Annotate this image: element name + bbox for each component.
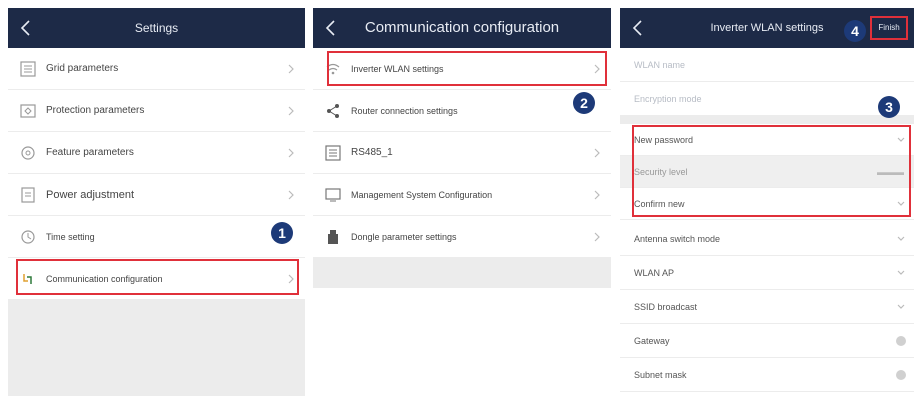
share-icon [327,104,339,118]
wlan-header: Inverter WLAN settings Finish [620,8,914,48]
menu-item-label: Feature parameters [46,147,134,158]
protection-icon [20,104,36,118]
dongle-icon [328,230,338,244]
grid-icon [20,61,36,77]
menu-item-label: Power adjustment [46,189,135,201]
highlight-inverter-wlan-settings [327,51,607,86]
menu-item-router-connection-settings[interactable]: Router connection settings [313,90,611,132]
field-label: WLAN name [634,60,686,70]
info-dot-icon [896,370,906,380]
chevron-right-icon [594,148,600,158]
menu-item-label: RS485_1 [351,147,393,158]
menu-item-grid-parameters[interactable]: Grid parameters [8,48,305,90]
menu-item-protection-parameters[interactable]: Protection parameters [8,90,305,132]
chevron-right-icon [594,232,600,242]
field-ssid-broadcast[interactable]: SSID broadcast [620,290,914,324]
gear-icon [21,146,35,160]
communication-title: Communication configuration [364,19,560,36]
settings-header: Settings [8,8,305,48]
menu-item-time-setting[interactable]: Time setting [8,216,305,258]
menu-item-feature-parameters[interactable]: Feature parameters [8,132,305,174]
finish-button[interactable]: Finish [870,16,908,40]
empty-area [313,258,611,288]
chevron-right-icon [288,190,294,200]
rs485-icon [325,145,341,161]
menu-item-rs485[interactable]: RS485_1 [313,132,611,174]
chevron-right-icon [288,148,294,158]
field-label: WLAN AP [634,268,675,278]
monitor-icon [325,188,341,202]
field-label: SSID broadcast [634,302,698,312]
menu-item-label: Dongle parameter settings [351,232,457,242]
menu-item-label: Grid parameters [46,63,119,74]
communication-header: Communication configuration [313,8,611,48]
field-label: Subnet mask [634,370,687,380]
menu-item-label: Time setting [46,232,95,242]
info-dot-icon [896,336,906,346]
field-label: Encryption mode [634,94,702,104]
field-label: Gateway [634,336,670,346]
empty-area [8,300,305,396]
settings-screen: Settings Grid parameters Protection para… [8,8,305,396]
highlight-password-fields [632,125,911,217]
field-wlan-ap[interactable]: WLAN AP [620,256,914,290]
chevron-right-icon [288,106,294,116]
chevron-down-icon [897,236,905,241]
step-badge-4: 4 [844,20,866,42]
menu-item-label: Router connection settings [351,106,458,116]
step-badge-2: 2 [573,92,595,114]
menu-item-label: Management System Configuration [351,190,493,200]
chevron-right-icon [594,190,600,200]
inverter-wlan-settings-screen: Inverter WLAN settings Finish WLAN name … [620,8,914,396]
clock-icon [21,230,35,244]
step-badge-1: 1 [271,222,293,244]
menu-item-power-adjustment[interactable]: Power adjustment [8,174,305,216]
field-gateway[interactable]: Gateway [620,324,914,358]
communication-configuration-screen: Communication configuration Inverter WLA… [313,8,611,396]
menu-item-management-system-configuration[interactable]: Management System Configuration [313,174,611,216]
field-antenna-switch-mode[interactable]: Antenna switch mode [620,222,914,256]
section-divider [620,116,914,124]
field-wlan-name[interactable]: WLAN name [620,48,914,82]
field-encryption-mode[interactable]: Encryption mode [620,82,914,116]
field-label: Antenna switch mode [634,234,721,244]
menu-item-dongle-parameter-settings[interactable]: Dongle parameter settings [313,216,611,258]
chevron-down-icon [897,270,905,275]
field-subnet-mask[interactable]: Subnet mask [620,358,914,392]
menu-item-label: Protection parameters [46,105,145,116]
settings-title: Settings [134,21,179,35]
step-badge-3: 3 [878,96,900,118]
chevron-right-icon [288,64,294,74]
chevron-down-icon [897,304,905,309]
highlight-communication-configuration [16,259,299,295]
document-icon [21,187,35,203]
